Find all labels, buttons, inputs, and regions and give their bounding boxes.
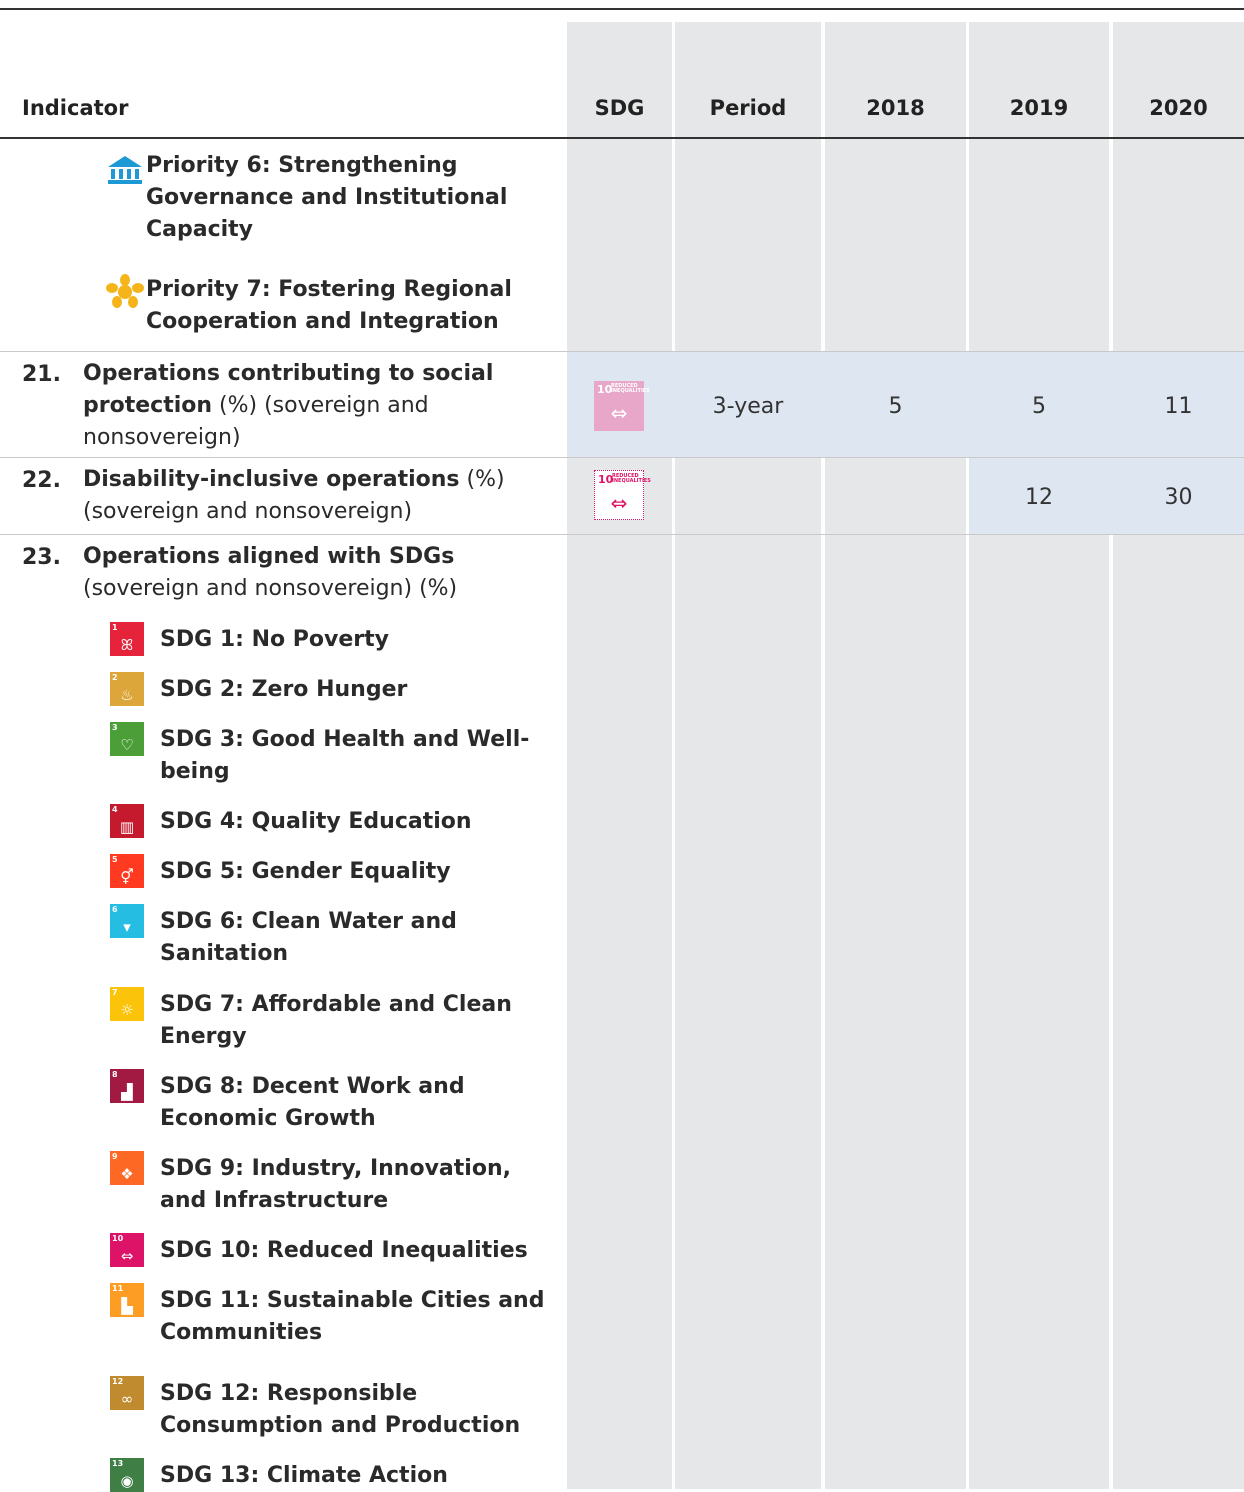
header-2020: 2020	[1149, 96, 1208, 120]
row-21-2019: 5	[1032, 394, 1046, 419]
row-21-indicator: Operations contributing to social protec…	[83, 361, 494, 450]
sdg-7-label: SDG 7: Affordable and Clean Energy	[160, 992, 512, 1049]
row-23-number: 23.	[22, 545, 61, 570]
cooperation-star-icon	[106, 274, 144, 308]
column-period-bg	[675, 22, 821, 1489]
sdg-3-icon: 3 ♡	[110, 722, 144, 756]
sdg-11-icon: 11 ▙	[110, 1283, 144, 1317]
header-rule	[0, 137, 1244, 139]
column-2018-bg	[825, 22, 966, 1489]
sdg-4-icon: 4 ▥	[110, 804, 144, 838]
priority-7-label: Priority 7: Fostering Regional Cooperati…	[146, 277, 512, 334]
header-period: Period	[709, 96, 787, 120]
sdg-10-label: SDG 10: Reduced Inequalities	[160, 1238, 528, 1263]
sdg-7-icon: 7 ☼	[110, 987, 144, 1021]
sdg-6-icon: 6 ▾	[110, 904, 144, 938]
sdg-10-badge: 10 REDUCED INEQUALITIES ⇔	[594, 470, 651, 520]
sdg-1-icon: 1ꕤ	[110, 622, 144, 656]
bank-building-icon	[106, 154, 144, 186]
sdg-6-label: SDG 6: Clean Water and Sanitation	[160, 909, 457, 966]
row-21-2018: 5	[888, 394, 903, 419]
sdg-12-label: SDG 12: Responsible Consumption and Prod…	[160, 1381, 521, 1438]
sdg-13-label: SDG 13: Climate Action	[160, 1463, 448, 1488]
sdg-2-icon: 2 ♨	[110, 672, 144, 706]
row-21-period: 3-year	[712, 394, 784, 419]
sdg-13-icon: 13 ◉	[110, 1458, 144, 1492]
row-22-indicator: Disability-inclusive operations (%) (sov…	[83, 467, 505, 524]
row-22-2020: 30	[1164, 485, 1193, 510]
sdg-10-badge: 10 REDUCED INEQUALITIES ⇔	[594, 381, 650, 431]
row-23-indicator: Operations aligned with SDGs (sovereign …	[83, 544, 458, 601]
header-2019: 2019	[1009, 96, 1069, 120]
sdg-11-label: SDG 11: Sustainable Cities and Communiti…	[160, 1288, 545, 1345]
priority-6-label: Priority 6: Strengthening Governance and…	[146, 153, 508, 242]
sdg-3-label: SDG 3: Good Health and Well-being	[160, 727, 530, 784]
sdg-2-label: SDG 2: Zero Hunger	[160, 677, 408, 702]
sdg-5-icon: 5 ⚥	[110, 854, 144, 888]
header-sdg: SDG	[594, 96, 645, 120]
column-2019-bg	[969, 22, 1109, 1489]
sdg-4-label: SDG 4: Quality Education	[160, 809, 472, 834]
reduced-inequalities-icon: ⇔	[610, 401, 628, 425]
row-divider	[0, 534, 1244, 535]
row-21-number: 21.	[22, 362, 61, 387]
sdg-1-label: SDG 1: No Poverty	[160, 627, 389, 652]
reduced-inequalities-icon: ⇔	[610, 491, 628, 515]
sdg-9-icon: 9 ❖	[110, 1151, 144, 1185]
row-21-2020: 11	[1164, 394, 1193, 419]
sdg-12-icon: 12 ∞	[110, 1376, 144, 1410]
top-rule	[0, 8, 1244, 10]
header-indicator: Indicator	[22, 96, 129, 120]
sdg-8-icon: 8 ▟	[110, 1069, 144, 1103]
row-22-number: 22.	[22, 468, 61, 493]
header-2018: 2018	[866, 96, 925, 120]
sdg-9-label: SDG 9: Industry, Innovation, and Infrast…	[160, 1156, 511, 1213]
sdg-10-icon: 10 ⇔	[110, 1233, 144, 1267]
column-sdg-bg	[567, 22, 672, 1489]
sdg-5-label: SDG 5: Gender Equality	[160, 859, 451, 884]
row-22-2019: 12	[1025, 485, 1053, 510]
column-2020-bg	[1113, 22, 1244, 1489]
sdg-8-label: SDG 8: Decent Work and Economic Growth	[160, 1074, 465, 1131]
